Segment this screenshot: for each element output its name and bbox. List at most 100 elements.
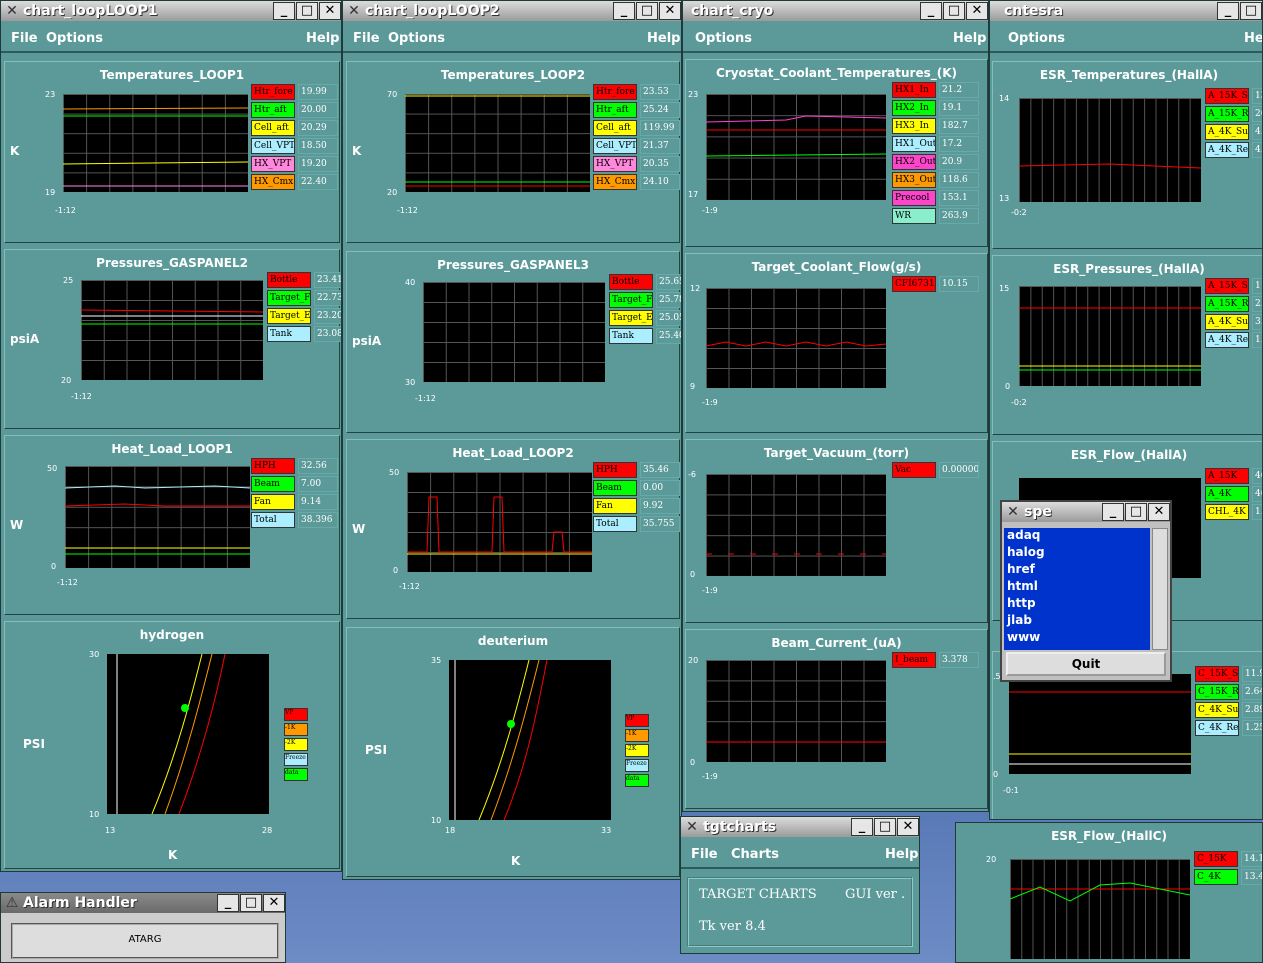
legend-label[interactable]: WR [892,208,936,224]
title-bar[interactable]: chart_cryo _ □ ✕ [683,1,988,21]
close-button[interactable]: ✕ [1148,503,1170,521]
minimize-button[interactable]: _ [1217,2,1239,20]
legend-label[interactable]: Bottle [267,272,311,288]
legend-label[interactable]: HX3_Out [892,172,936,188]
legend-label[interactable]: Precool [892,190,936,206]
close-button[interactable]: ✕ [319,2,341,20]
legend-label[interactable]: HX1_In [892,82,936,98]
maximize-button[interactable]: □ [1125,503,1147,521]
legend-label[interactable]: A_15K_S [1205,278,1249,294]
legend-label[interactable]: Fan [593,498,637,514]
legend-label[interactable]: HX_Cmx [251,174,295,190]
legend-label[interactable]: CHL_4K [1205,504,1249,520]
menu-file[interactable]: File [11,31,38,46]
site-list[interactable]: adaq halog href html http jlab www [1004,528,1150,650]
legend-label[interactable]: A_4K_Re [1205,332,1249,348]
legend-label[interactable]: Cell_aft [593,120,637,136]
maximize-button[interactable]: □ [943,2,965,20]
legend-label[interactable]: Htr_aft [593,102,637,118]
legend-label[interactable]: HPH [593,462,637,478]
legend-label[interactable]: CFI6731A [892,276,936,292]
list-item[interactable]: jlab [1007,613,1150,630]
legend-label[interactable]: HPH [251,458,295,474]
legend-label[interactable]: HX_Cmx [593,174,637,190]
legend-label[interactable]: HX_VPT [593,156,637,172]
menu-help[interactable]: Help [1244,31,1262,46]
legend-label[interactable]: Target_Ex [267,308,311,324]
legend-label[interactable]: A_4K_Re [1205,142,1249,158]
legend-label[interactable]: Target_Ex [609,310,653,326]
menu-help[interactable]: Help [953,31,986,46]
legend-label[interactable]: C_15K_S [1195,666,1239,682]
close-button[interactable]: ✕ [897,818,919,836]
legend-label[interactable]: HX3_In [892,118,936,134]
menu-options[interactable]: Options [1008,31,1065,46]
minimize-button[interactable]: _ [613,2,635,20]
legend-label[interactable]: I_beam [892,652,936,668]
close-button[interactable]: ✕ [966,2,988,20]
menu-help[interactable]: Help [306,31,339,46]
alarm-group-atarg[interactable]: ATARG [11,923,279,959]
legend-label[interactable]: Bottle [609,274,653,290]
scrollbar[interactable] [1152,528,1168,650]
title-bar[interactable]: cntesra _ □ [990,1,1262,21]
list-item[interactable]: http [1007,596,1150,613]
close-button[interactable]: ✕ [659,2,681,20]
maximize-button[interactable]: □ [874,818,896,836]
menu-file[interactable]: File [353,31,380,46]
legend-label[interactable]: C_15K [1194,851,1238,867]
maximize-button[interactable]: □ [240,894,262,912]
list-item[interactable]: adaq [1007,528,1150,545]
legend-label[interactable]: A_15K_R [1205,296,1249,312]
legend-label[interactable]: C_4K [1194,869,1238,885]
legend-label[interactable]: Htr_fore [251,84,295,100]
legend-label[interactable]: Total [251,512,295,528]
maximize-button[interactable]: □ [636,2,658,20]
legend-label[interactable]: HX1_Out [892,136,936,152]
list-item[interactable]: html [1007,579,1150,596]
legend-label[interactable]: Beam [251,476,295,492]
list-item[interactable]: www [1007,630,1150,647]
minimize-button[interactable]: _ [217,894,239,912]
legend-label[interactable]: A_15K [1205,468,1249,484]
legend-label[interactable]: Htr_aft [251,102,295,118]
maximize-button[interactable]: □ [1240,2,1262,20]
legend-label[interactable]: A_4K_Sup [1205,124,1249,140]
legend-label[interactable]: C_4K_Sup [1195,702,1239,718]
close-button[interactable]: ✕ [263,894,285,912]
legend-label[interactable]: C_15K_R [1195,684,1239,700]
quit-button[interactable]: Quit [1006,652,1166,676]
legend-label[interactable]: A_4K_Sup [1205,314,1249,330]
legend-label[interactable]: HX_VPT [251,156,295,172]
list-item[interactable]: halog [1007,545,1150,562]
legend-label[interactable]: Target_Fi [609,292,653,308]
list-item[interactable]: href [1007,562,1150,579]
legend-label[interactable]: Fan [251,494,295,510]
legend-label[interactable]: Cell_aft [251,120,295,136]
legend-label[interactable]: Beam [593,480,637,496]
legend-label[interactable]: A_15K_R [1205,106,1249,122]
legend-label[interactable]: Target_Fi [267,290,311,306]
title-bar[interactable]: ✕ spe _ □ ✕ [1002,502,1170,522]
minimize-button[interactable]: _ [851,818,873,836]
legend-label[interactable]: A_15K_Su [1205,88,1249,104]
menu-help[interactable]: Help [647,31,680,46]
legend-label[interactable]: Htr_fore [593,84,637,100]
maximize-button[interactable]: □ [296,2,318,20]
menu-options[interactable]: Options [46,31,103,46]
legend-label[interactable]: Cell_VPT [251,138,295,154]
legend-label[interactable]: Tank [267,326,311,342]
legend-label[interactable]: C_4K_Re [1195,720,1239,736]
legend-label[interactable]: A_4K [1205,486,1249,502]
title-bar[interactable]: ✕ chart_loopLOOP1 _ □ ✕ [1,1,341,21]
minimize-button[interactable]: _ [273,2,295,20]
menu-charts[interactable]: Charts [731,847,779,862]
legend-label[interactable]: Tank [609,328,653,344]
menu-help[interactable]: Help [885,847,918,862]
minimize-button[interactable]: _ [1102,503,1124,521]
legend-label[interactable]: HX2_In [892,100,936,116]
menu-options[interactable]: Options [388,31,445,46]
menu-options[interactable]: Options [695,31,752,46]
legend-label[interactable]: HX2_Out [892,154,936,170]
legend-label[interactable]: Cell_VPT [593,138,637,154]
